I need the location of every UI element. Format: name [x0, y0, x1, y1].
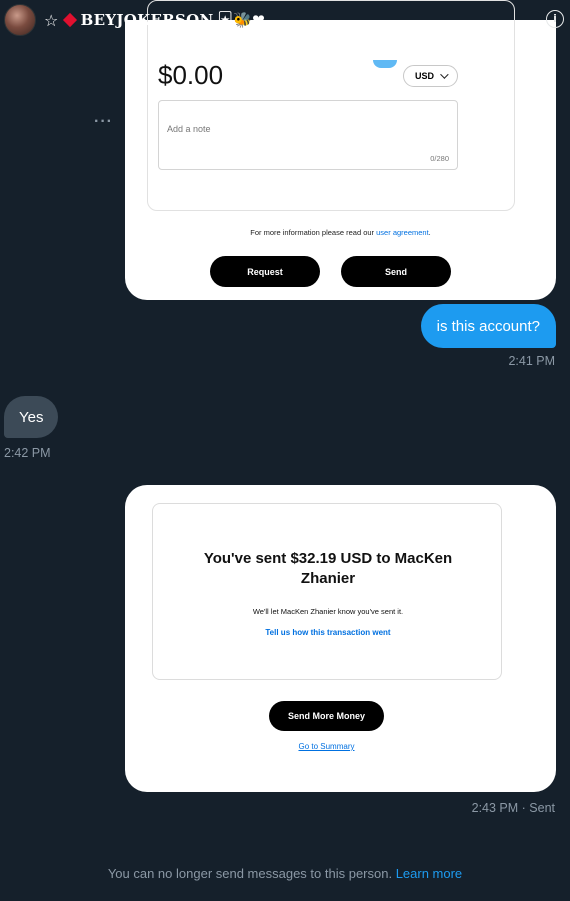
contact-name: BEYJOKERSON — [80, 11, 214, 29]
sent-title: You've sent $32.19 USD to MacKen Zhanier — [203, 550, 453, 587]
agreement-text: For more information please read our use… — [125, 228, 556, 237]
payment-card: $0.00 USD Add a note 0/280 For more info… — [125, 0, 556, 300]
amount-display[interactable]: $0.00 — [158, 60, 223, 91]
send-button[interactable]: Send — [341, 256, 451, 287]
incoming-message[interactable]: Yes — [4, 396, 59, 438]
learn-more-link[interactable]: Learn more — [396, 866, 462, 881]
conversation-closed-notice: You can no longer send messages to this … — [0, 866, 570, 881]
name-emoji: 🃏🐝❤ — [217, 11, 265, 29]
star-icon: ☆ — [44, 10, 59, 30]
notice-text: You can no longer send messages to this … — [107, 866, 396, 881]
payment-sent-card: You've sent $32.19 USD to MacKen Zhanier… — [125, 485, 556, 792]
currency-select[interactable]: USD — [403, 65, 458, 87]
note-counter: 0/280 — [430, 154, 449, 163]
avatar[interactable] — [4, 4, 36, 36]
currency-value: USD — [414, 71, 434, 81]
user-agreement-link[interactable]: user agreement — [376, 228, 429, 237]
more-options-icon[interactable]: ··· — [94, 113, 113, 131]
sent-subtitle: We'll let MacKen Zhanier know you've sen… — [252, 607, 404, 616]
chevron-down-icon — [440, 70, 449, 79]
agreement-prefix: For more information please read our — [250, 228, 377, 237]
conversation-header: ☆ BEYJOKERSON 🃏🐝❤ i — [0, 0, 570, 40]
message-timestamp: 2:43 PM · Sent — [471, 801, 555, 815]
send-more-money-button[interactable]: Send More Money — [269, 701, 384, 731]
go-to-summary-link[interactable]: Go to Summary — [125, 742, 528, 751]
note-field[interactable]: Add a note 0/280 — [158, 100, 458, 170]
request-button[interactable]: Request — [210, 256, 320, 287]
note-placeholder: Add a note — [167, 124, 211, 134]
conversation-title[interactable]: ☆ BEYJOKERSON 🃏🐝❤ — [44, 11, 265, 30]
diamond-icon — [62, 12, 77, 28]
outgoing-message[interactable]: is this account? — [420, 304, 556, 348]
message-timestamp: 2:41 PM — [508, 354, 555, 368]
info-icon[interactable]: i — [546, 10, 564, 28]
agreement-end: . — [428, 228, 431, 237]
confirmation-panel: You've sent $32.19 USD to MacKen Zhanier… — [152, 503, 502, 680]
transaction-feedback-link[interactable]: Tell us how this transaction went — [153, 628, 503, 637]
message-timestamp: 2:42 PM — [4, 446, 51, 460]
